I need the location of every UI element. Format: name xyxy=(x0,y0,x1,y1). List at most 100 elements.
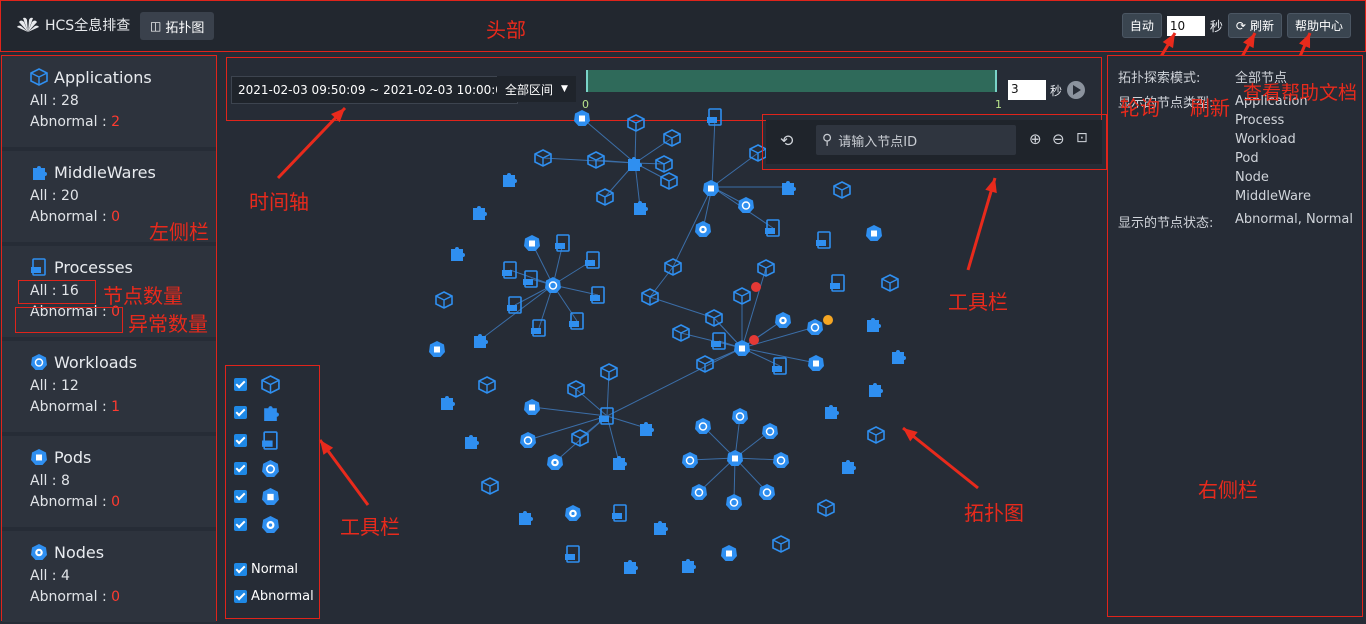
graph-node-app[interactable] xyxy=(478,376,496,394)
graph-node-app[interactable] xyxy=(481,477,499,495)
graph-node-pod[interactable] xyxy=(429,341,445,357)
zoom-in-icon[interactable]: ⊕ xyxy=(1029,130,1042,148)
graph-node-mw[interactable] xyxy=(634,201,648,215)
filter-pod[interactable] xyxy=(234,487,280,506)
graph-node-node[interactable] xyxy=(775,312,791,328)
graph-node-app[interactable] xyxy=(664,258,682,276)
graph-node-mw[interactable] xyxy=(867,318,881,332)
graph-node-app[interactable] xyxy=(660,172,678,190)
graph-node-proc[interactable] xyxy=(830,274,845,292)
graph-node-app[interactable] xyxy=(696,355,714,373)
sidebar-item-applications[interactable]: Applications All : 28 Abnormal : 2 xyxy=(2,56,216,151)
graph-node-app[interactable] xyxy=(867,426,885,444)
graph-node-mw[interactable] xyxy=(892,350,906,364)
graph-node-pod[interactable] xyxy=(703,180,719,196)
graph-node-wl[interactable] xyxy=(807,319,823,335)
graph-node-app[interactable] xyxy=(817,499,835,517)
graph-node-proc[interactable] xyxy=(523,270,538,288)
graph-node-wl[interactable] xyxy=(695,418,711,434)
graph-node-pod[interactable] xyxy=(727,450,743,466)
filter-node[interactable] xyxy=(234,515,280,534)
graph-node-wl[interactable] xyxy=(691,484,707,500)
normal-checkbox[interactable] xyxy=(234,563,247,576)
graph-node-app[interactable] xyxy=(596,188,614,206)
graph-node-proc[interactable] xyxy=(569,312,584,330)
graph-node-mw[interactable] xyxy=(465,435,479,449)
interval-input[interactable] xyxy=(1166,15,1205,36)
graph-node-mw[interactable] xyxy=(474,334,488,348)
graph-node-app[interactable] xyxy=(587,151,605,169)
graph-node-app[interactable] xyxy=(833,181,851,199)
sidebar-item-nodes[interactable]: Nodes All : 4 Abnormal : 0 xyxy=(2,531,216,624)
filter-mw[interactable] xyxy=(234,403,280,422)
filter-proc[interactable] xyxy=(234,431,280,450)
graph-node-app[interactable] xyxy=(881,274,899,292)
graph-node-app[interactable] xyxy=(705,309,723,327)
graph-node-app[interactable] xyxy=(641,288,659,306)
graph-node-mw[interactable] xyxy=(682,559,696,573)
graph-node-mw[interactable] xyxy=(503,173,517,187)
graph-node-app[interactable] xyxy=(567,380,585,398)
help-button[interactable]: 帮助中心 xyxy=(1286,13,1351,38)
graph-node-wl[interactable] xyxy=(759,484,775,500)
sidebar-item-workloads[interactable]: Workloads All : 12 Abnormal : 1 xyxy=(2,341,216,436)
graph-node-app[interactable] xyxy=(571,429,589,447)
graph-node-pod[interactable] xyxy=(734,340,750,356)
graph-node-app[interactable] xyxy=(772,535,790,553)
graph-node-proc[interactable] xyxy=(772,357,787,375)
sidebar-item-pods[interactable]: Pods All : 8 Abnormal : 0 xyxy=(2,436,216,531)
graph-node-node[interactable] xyxy=(547,454,563,470)
graph-node-wl[interactable] xyxy=(682,452,698,468)
graph-node-wl[interactable] xyxy=(520,432,536,448)
graph-node-mw[interactable] xyxy=(842,460,856,474)
graph-node-wl[interactable] xyxy=(773,452,789,468)
graph-node-mw[interactable] xyxy=(624,560,638,574)
graph-node-app[interactable] xyxy=(757,259,775,277)
graph-node-pod[interactable] xyxy=(524,399,540,415)
graph-node-pod[interactable] xyxy=(808,355,824,371)
graph-node-app[interactable] xyxy=(733,287,751,305)
play-interval-input[interactable]: 3 xyxy=(1008,80,1046,100)
filter-checkbox[interactable] xyxy=(234,518,247,531)
graph-node-mw[interactable] xyxy=(825,405,839,419)
graph-node-mw[interactable] xyxy=(441,396,455,410)
graph-node-mw[interactable] xyxy=(640,422,654,436)
graph-node-app[interactable] xyxy=(672,324,690,342)
play-icon[interactable] xyxy=(1067,81,1085,99)
graph-node-mw[interactable] xyxy=(613,456,627,470)
filter-checkbox[interactable] xyxy=(234,434,247,447)
graph-node-proc[interactable] xyxy=(711,332,726,350)
filter-wl[interactable] xyxy=(234,459,280,478)
graph-node-proc[interactable] xyxy=(585,251,600,269)
graph-node-mw[interactable] xyxy=(628,157,642,171)
graph-node-proc[interactable] xyxy=(507,296,522,314)
graph-node-proc[interactable] xyxy=(765,219,780,237)
graph-node-proc[interactable] xyxy=(599,407,614,425)
lasso-icon[interactable]: ⟲ xyxy=(780,131,793,150)
filter-checkbox[interactable] xyxy=(234,378,247,391)
graph-node-app[interactable] xyxy=(663,129,681,147)
abnormal-checkbox[interactable] xyxy=(234,590,247,603)
graph-node-proc[interactable] xyxy=(531,319,546,337)
graph-node-app[interactable] xyxy=(655,155,673,173)
graph-node-node[interactable] xyxy=(695,221,711,237)
graph-node-wl[interactable] xyxy=(732,408,748,424)
time-slider[interactable] xyxy=(586,70,997,92)
fit-view-icon[interactable]: ⊡ xyxy=(1076,130,1088,146)
filter-checkbox[interactable] xyxy=(234,490,247,503)
filter-app[interactable] xyxy=(234,375,280,394)
topology-tab[interactable]: ◫ 拓扑图 xyxy=(140,12,215,40)
graph-node-pod[interactable] xyxy=(866,225,882,241)
time-range-picker[interactable]: 2021-02-03 09:50:09 ~ 2021-02-03 10:00:0… xyxy=(231,76,518,104)
graph-node-proc[interactable] xyxy=(565,545,580,563)
zoom-out-icon[interactable]: ⊖ xyxy=(1052,130,1065,148)
graph-node-mw[interactable] xyxy=(519,511,533,525)
range-select[interactable]: 全部区间 ▼ xyxy=(497,76,576,102)
graph-node-wl[interactable] xyxy=(545,277,561,293)
refresh-button[interactable]: ⟳ 刷新 xyxy=(1227,13,1282,38)
node-search-input[interactable]: ⚲ 请输入节点ID xyxy=(816,125,1016,155)
graph-node-proc[interactable] xyxy=(555,234,570,252)
graph-node-pod[interactable] xyxy=(721,545,737,561)
filter-checkbox[interactable] xyxy=(234,462,247,475)
filter-normal[interactable]: Normal xyxy=(234,562,298,577)
